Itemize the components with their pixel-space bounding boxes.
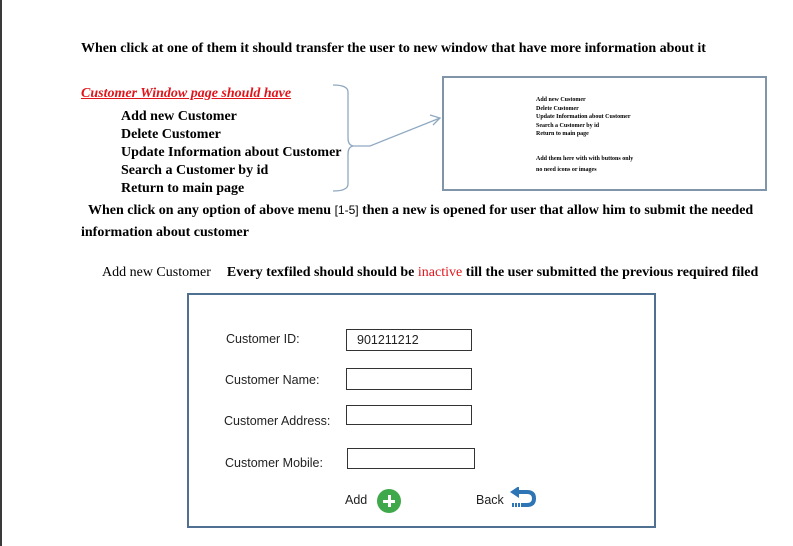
customer-name-input[interactable] (346, 368, 472, 390)
customer-address-label: Customer Address: (224, 414, 331, 428)
customer-id-label: Customer ID: (226, 332, 300, 346)
customer-name-label: Customer Name: (225, 373, 320, 387)
menu-item-search-customer: Search a Customer by id (121, 163, 269, 178)
plus-circle-icon[interactable] (377, 489, 401, 513)
rule-text: Every texfiled should should be (226, 265, 418, 280)
mockup-note-line: no need icons or images (536, 167, 597, 173)
menu-item-add-customer: Add new Customer (121, 109, 237, 124)
mockup-item: Update Information about Customer (536, 114, 631, 121)
mockup-item: Add new Customer (536, 97, 586, 103)
menu-item-return-main: Return to main page (121, 181, 245, 196)
arrow-line (353, 117, 441, 147)
customer-mobile-label: Customer Mobile: (225, 456, 323, 470)
brace-arrow-connector (332, 84, 442, 192)
mockup-item: Search a Customer by id (536, 122, 600, 129)
curly-brace (332, 84, 354, 192)
menu-range: [1-5] (334, 203, 359, 217)
add-customer-form: Customer ID: 901211212 Customer Name: Cu… (187, 293, 656, 528)
mockup-item: Return to main page (536, 131, 589, 138)
customer-mobile-input[interactable] (347, 448, 475, 469)
add-customer-title: Add new Customer (102, 265, 211, 280)
customer-window-heading: Customer Window page should have (81, 86, 292, 101)
undo-arrow-icon[interactable] (509, 487, 537, 511)
menu-item-delete-customer: Delete Customer (121, 127, 221, 142)
add-customer-rule: Add new Customer Every texfiled should sh… (102, 265, 758, 281)
back-button[interactable]: Back (476, 493, 504, 507)
mockup-note: Add them here with with buttons only no … (536, 154, 633, 176)
customer-address-input[interactable] (346, 405, 472, 425)
customer-menu-list: Add new Customer Delete Customer Update … (121, 108, 342, 198)
mockup-note-line: Add them here with with buttons only (536, 156, 634, 162)
rule-text-continued: till the user submitted the previous req… (462, 265, 759, 280)
left-border (0, 0, 2, 546)
mockup-item: Delete Customer (536, 105, 579, 112)
inactive-highlight: inactive (417, 265, 463, 280)
intro-text: When click at one of them it should tran… (81, 41, 706, 56)
add-button[interactable]: Add (345, 493, 367, 507)
menu-item-update-customer: Update Information about Customer (121, 145, 342, 160)
customer-id-input[interactable]: 901211212 (346, 329, 472, 351)
menu-behavior-paragraph: When click on any option of above menu [… (81, 199, 761, 244)
paragraph2-text: When click on any option of above menu (88, 203, 335, 218)
customer-window-mockup: Add new Customer Delete Customer Update … (442, 76, 767, 191)
mockup-menu-list: Add new Customer Delete Customer Update … (536, 96, 631, 139)
